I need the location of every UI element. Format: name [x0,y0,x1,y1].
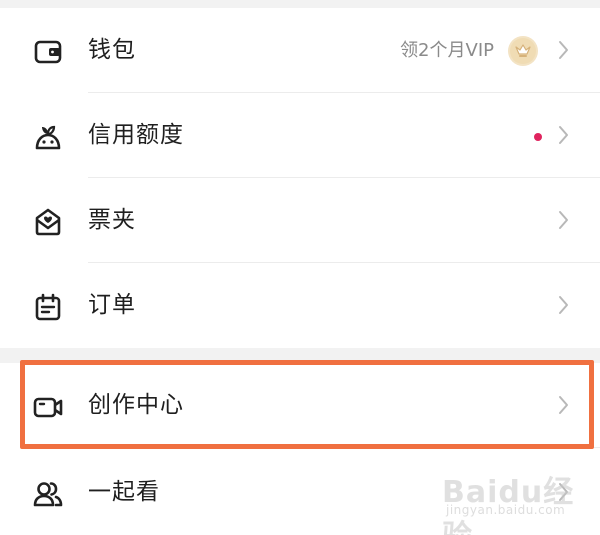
video-camera-icon [32,391,64,423]
menu-item-label: 一起看 [88,479,160,505]
chevron-right-icon [558,294,570,316]
menu-item-label: 票夹 [88,207,136,233]
chevron-right-icon [558,124,570,146]
menu-item-label: 创作中心 [88,392,184,418]
menu-group-1: 钱包 领2个月VIP 信用额度 票夹 订单 [0,8,600,348]
menu-item-ticket-folder[interactable]: 票夹 [0,178,600,263]
notification-dot [534,133,542,141]
menu-item-creator-center[interactable]: 创作中心 [0,363,600,448]
chevron-right-icon [558,394,570,416]
credit-plant-icon [32,121,64,153]
menu-item-orders[interactable]: 订单 [0,263,600,348]
divider [88,447,600,448]
menu-item-credit[interactable]: 信用额度 [0,93,600,178]
watermark-logo: Baidu经验 [442,475,575,535]
wallet-icon [32,36,64,68]
menu-item-label: 订单 [88,292,136,318]
ticket-folder-icon [32,206,64,238]
menu-item-label: 信用额度 [88,122,184,148]
menu-item-label: 钱包 [88,37,136,63]
top-gap [0,0,600,8]
vip-crown-icon [508,36,538,66]
users-icon [32,478,64,510]
vip-promo-text: 领2个月VIP [400,40,494,61]
menu-item-wallet[interactable]: 钱包 领2个月VIP [0,8,600,93]
watermark: Baidu经验 jingyan.baidu.com [442,467,592,535]
chevron-right-icon [558,209,570,231]
chevron-right-icon [558,39,570,61]
watermark-url: jingyan.baidu.com [446,503,566,517]
order-calendar-icon [32,291,64,323]
